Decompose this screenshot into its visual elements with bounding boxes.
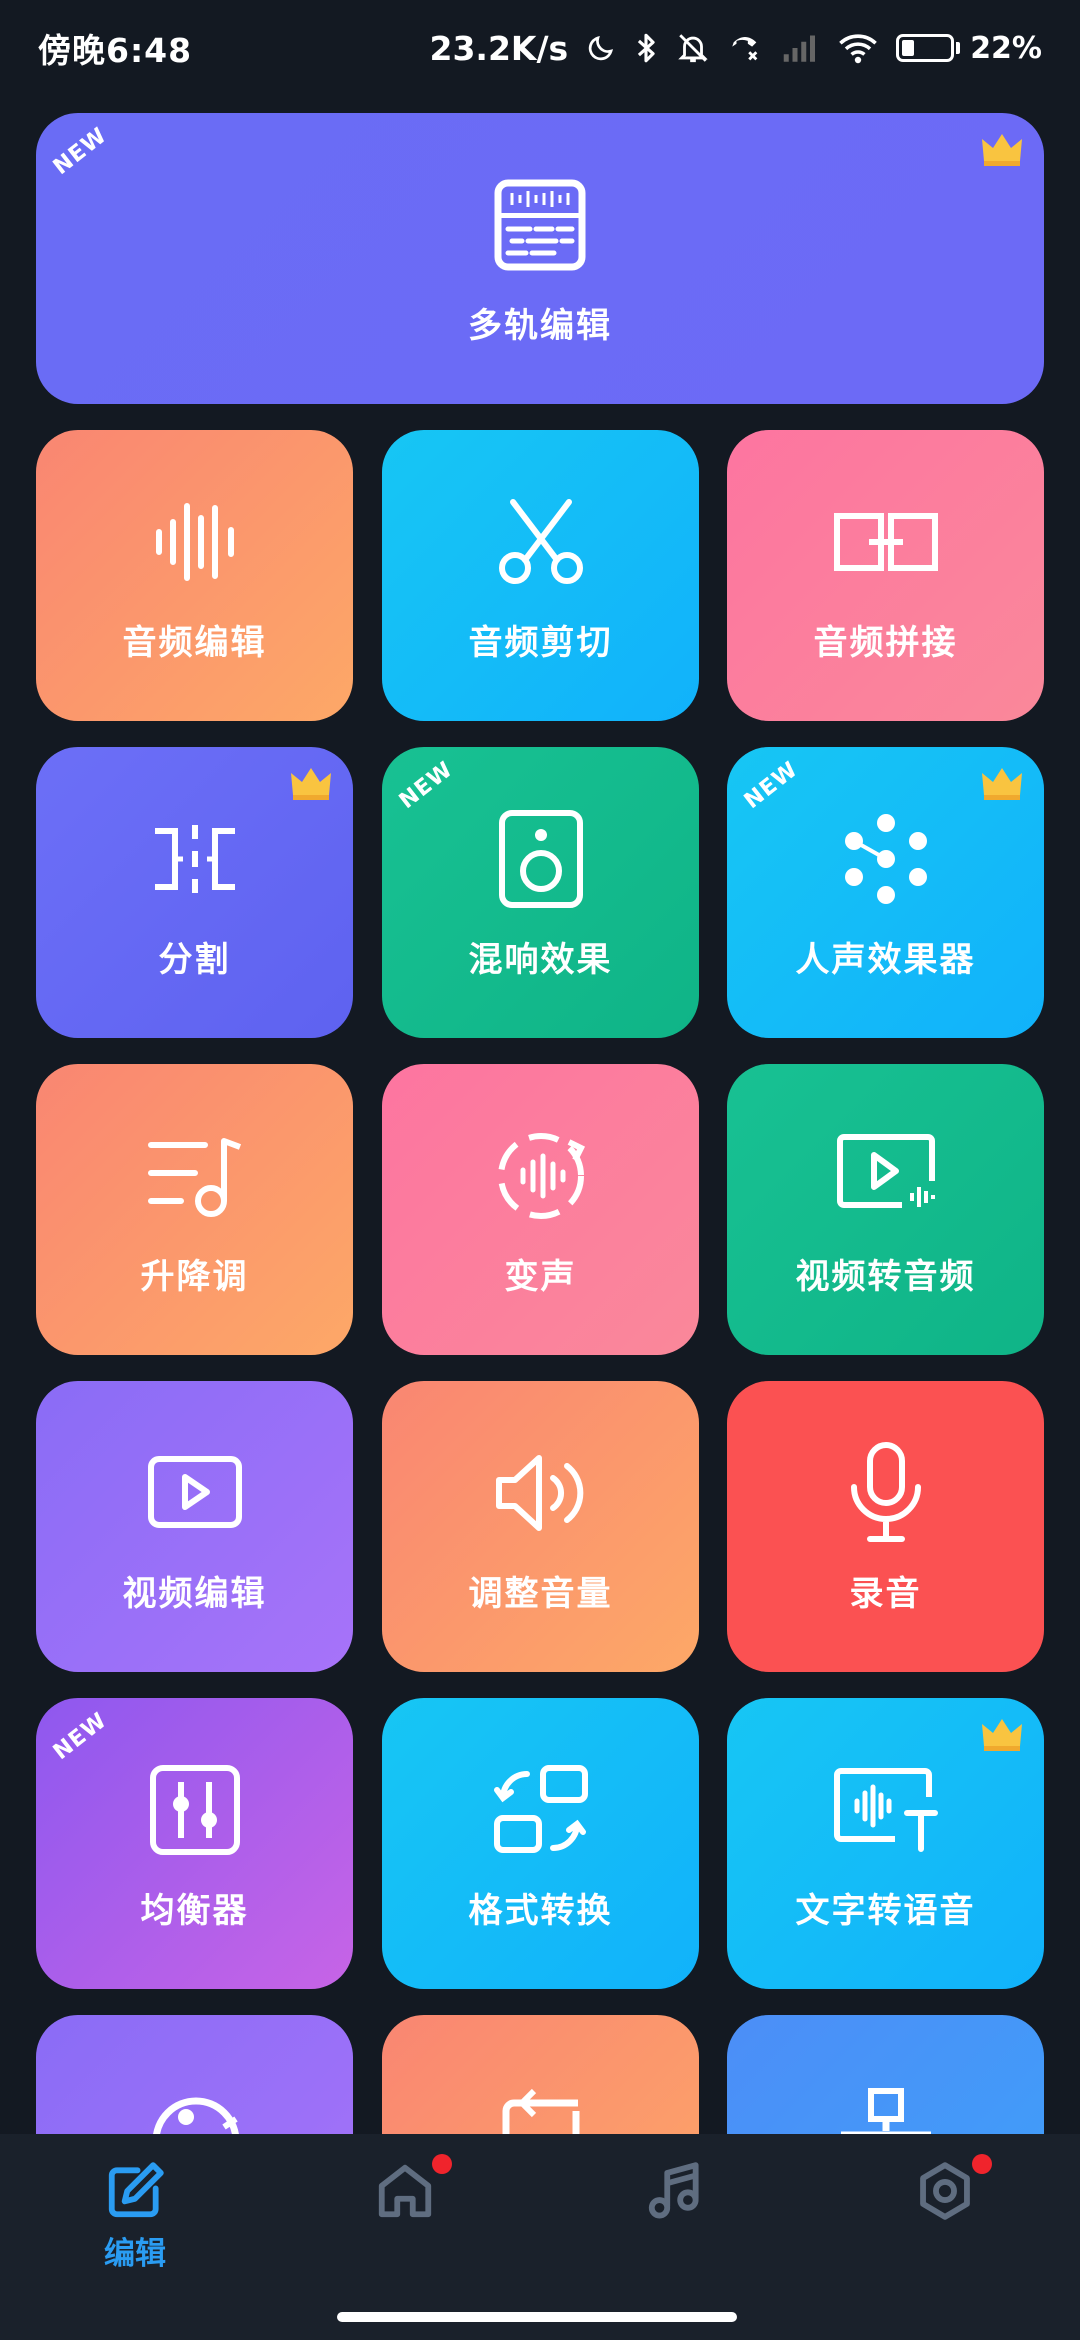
- new-badge: NEW: [394, 756, 458, 815]
- battery-level: 22%: [970, 30, 1042, 66]
- bluetooth-icon: [638, 33, 655, 63]
- notification-dot: [972, 2154, 992, 2174]
- status-bar: 傍晚6:48 23.2K/s 22%: [0, 0, 1080, 96]
- nav-home[interactable]: [270, 2134, 540, 2340]
- convert-icon: [486, 1755, 596, 1865]
- speaker-icon: [486, 804, 596, 914]
- crown-icon: [982, 134, 1022, 166]
- nav-music[interactable]: [540, 2134, 810, 2340]
- card-label: 文字转语音: [795, 1891, 976, 1931]
- card-label: 音频编辑: [122, 623, 267, 663]
- voice-change-icon: [486, 1121, 596, 1231]
- card-label: 多轨编辑: [468, 306, 612, 346]
- video-to-audio-card[interactable]: 视频转音频: [727, 1064, 1044, 1355]
- card-label: 变声: [504, 1257, 577, 1297]
- card-label: 人声效果器: [795, 940, 976, 980]
- settings-icon: [920, 2162, 970, 2220]
- equalizer-card[interactable]: NEW 均衡器: [36, 1698, 353, 1989]
- record-card[interactable]: 录音: [727, 1381, 1044, 1672]
- net-speed: 23.2K/s: [429, 28, 569, 68]
- tool-card-partial-3[interactable]: [727, 2015, 1044, 2134]
- home-icon: [378, 2164, 432, 2218]
- voice-change-card[interactable]: 变声: [382, 1064, 699, 1355]
- waveform-icon: [140, 487, 250, 597]
- pitch-card[interactable]: 升降调: [36, 1064, 353, 1355]
- new-badge: NEW: [48, 122, 112, 181]
- disc-icon: [152, 2097, 239, 2134]
- reverb-card[interactable]: NEW 混响效果: [382, 747, 699, 1038]
- audio-cut-card[interactable]: 音频剪切: [382, 430, 699, 721]
- volume-card[interactable]: 调整音量: [382, 1381, 699, 1672]
- audio-edit-card[interactable]: 音频编辑: [36, 430, 353, 721]
- moon-icon: [588, 35, 614, 61]
- nav-edit-label: 编辑: [104, 2236, 166, 2272]
- tool-grid: NEW 多轨编辑 音频编辑 音频剪切 音频拼接 分割 NEW 混响效果 NEW …: [0, 96, 1080, 2134]
- card-label: 录音: [849, 1574, 922, 1614]
- audio-join-card[interactable]: 音频拼接: [727, 430, 1044, 721]
- loop-icon: [502, 2088, 579, 2134]
- card-label: 混响效果: [468, 940, 613, 980]
- card-label: 升降调: [140, 1257, 249, 1297]
- equalizer-icon: [140, 1755, 250, 1865]
- format-convert-card[interactable]: 格式转换: [382, 1698, 699, 1989]
- multitrack-edit-card[interactable]: NEW 多轨编辑: [36, 113, 1044, 404]
- notification-dot: [432, 2154, 452, 2174]
- home-indicator[interactable]: [337, 2312, 737, 2322]
- tool-card-partial-1[interactable]: [36, 2015, 353, 2134]
- microphone-icon: [831, 1438, 941, 1548]
- video-play-icon: [140, 1438, 250, 1548]
- split-card[interactable]: 分割: [36, 747, 353, 1038]
- text-speech-icon: [831, 1755, 941, 1865]
- edit-icon: [108, 2162, 164, 2218]
- scissors-icon: [486, 487, 596, 597]
- card-label: 格式转换: [468, 1891, 613, 1931]
- card-label: 视频编辑: [122, 1574, 267, 1614]
- music-icon: [648, 2162, 699, 2219]
- dots-cluster-icon: [831, 804, 941, 914]
- card-label: 均衡器: [140, 1891, 249, 1931]
- card-label: 视频转音频: [795, 1257, 976, 1297]
- text-to-speech-card[interactable]: 文字转语音: [727, 1698, 1044, 1989]
- video-audio-icon: [831, 1121, 941, 1231]
- video-edit-card[interactable]: 视频编辑: [36, 1381, 353, 1672]
- merge-icon: [831, 487, 941, 597]
- vocal-effects-card[interactable]: NEW 人声效果器: [727, 747, 1044, 1038]
- missed-call-icon: [732, 37, 758, 61]
- tool-card-partial-2[interactable]: [382, 2015, 699, 2134]
- card-label: 音频剪切: [468, 623, 613, 663]
- signal-icon: [783, 35, 816, 62]
- multitrack-icon: [485, 170, 595, 280]
- volume-icon: [486, 1438, 596, 1548]
- nav-settings[interactable]: [810, 2134, 1080, 2340]
- card-label: 调整音量: [468, 1574, 613, 1614]
- battery-icon: 22%: [896, 31, 1042, 66]
- crown-icon: [291, 768, 331, 800]
- crown-icon: [982, 768, 1022, 800]
- nav-edit[interactable]: 编辑: [0, 2134, 270, 2340]
- wifi-icon: [839, 34, 877, 64]
- split-icon: [140, 804, 250, 914]
- music-list-icon: [140, 1121, 250, 1231]
- new-badge: NEW: [739, 756, 803, 815]
- network-icon: [840, 2088, 931, 2134]
- status-time: 傍晚6:48: [38, 31, 193, 70]
- crown-icon: [982, 1719, 1022, 1751]
- bell-off-icon: [678, 34, 708, 63]
- card-label: 音频拼接: [813, 623, 958, 663]
- card-label: 分割: [158, 940, 231, 980]
- new-badge: NEW: [48, 1707, 112, 1766]
- bottom-nav: 编辑: [0, 2134, 1080, 2340]
